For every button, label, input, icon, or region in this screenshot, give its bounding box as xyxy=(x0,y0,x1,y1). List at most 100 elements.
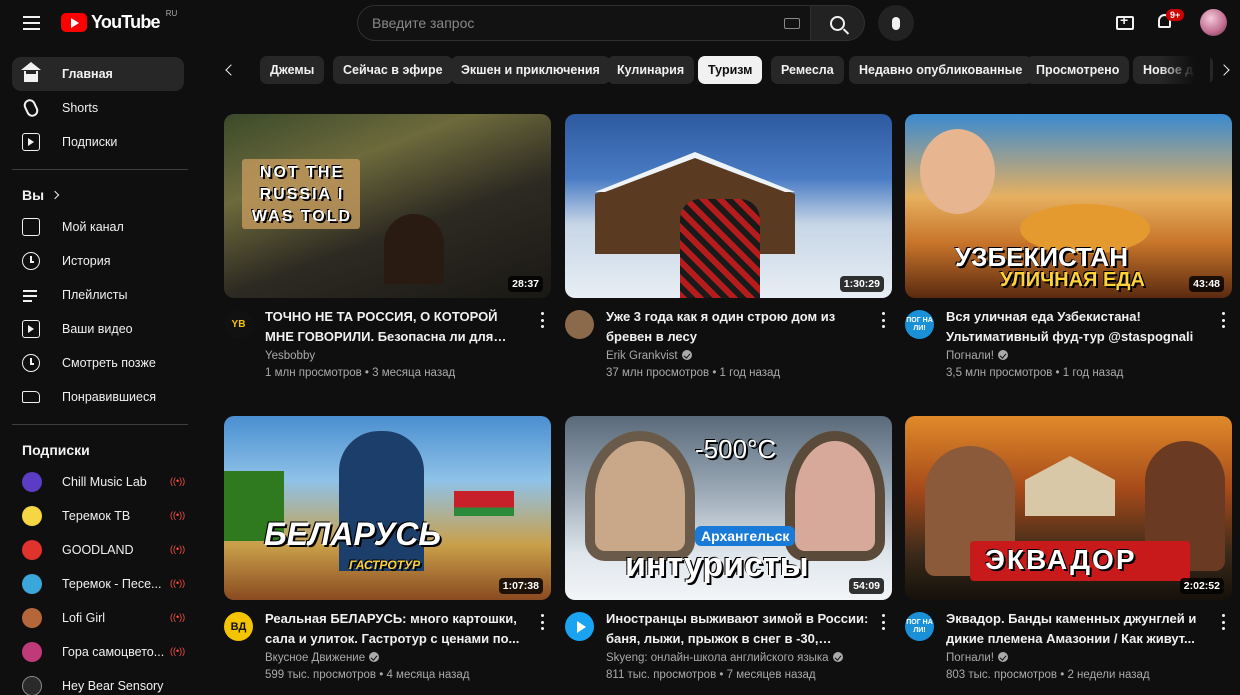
playlists-icon xyxy=(22,286,40,304)
channel-avatar xyxy=(22,608,42,628)
chips-fade xyxy=(1160,56,1210,86)
video-title[interactable]: Вся уличная еда Узбекистана! Ультимативн… xyxy=(946,307,1211,346)
chip[interactable]: Недавно опубликованные xyxy=(849,56,1033,84)
chip[interactable]: Кулинария xyxy=(607,56,695,84)
chip[interactable]: Джемы xyxy=(260,56,325,84)
youtube-logo[interactable]: YouTube RU xyxy=(61,9,177,33)
thumbnail-subtext: УЛИЧНАЯ ЕДА xyxy=(1000,269,1145,291)
sidebar-item-your-videos[interactable]: Ваши видео xyxy=(12,312,184,346)
chip[interactable]: Просмотрено xyxy=(1026,56,1130,84)
sidebar-item-playlists[interactable]: Плейлисты xyxy=(12,278,184,312)
more-options-icon[interactable] xyxy=(540,312,544,328)
thumbnail-subtext: Архангельск xyxy=(695,526,796,546)
section-title: Вы xyxy=(22,187,45,203)
sidebar-item-label: Главная xyxy=(62,67,113,81)
thumbnail-person xyxy=(384,214,444,284)
video-thumbnail[interactable]: NOT THE RUSSIA I WAS TOLD 28:37 xyxy=(224,114,551,298)
top-bar: YouTube RU 9+ xyxy=(0,0,1240,46)
sidebar-item-label: Плейлисты xyxy=(62,288,128,302)
sidebar-item-liked[interactable]: Понравившиеся xyxy=(12,380,184,414)
watch-later-icon xyxy=(22,354,40,372)
video-title[interactable]: Эквадор. Банды каменных джунглей и дикие… xyxy=(946,609,1211,648)
video-thumbnail[interactable]: БЕЛАРУСЬ ГАСТРОТУР 1:07:38 xyxy=(224,416,551,600)
video-title[interactable]: ТОЧНО НЕ ТА РОССИЯ, О КОТОРОЙ МНЕ ГОВОРИ… xyxy=(265,307,530,346)
channel-avatar[interactable]: ПОГ НА ЛИ! xyxy=(905,310,934,339)
create-button[interactable] xyxy=(1113,11,1137,35)
channel-name[interactable]: Skyeng: онлайн-школа английского языка xyxy=(606,652,843,664)
account-avatar[interactable] xyxy=(1200,9,1227,36)
thumbnail-subtext: ГАСТРОТУР xyxy=(349,558,421,572)
verified-icon xyxy=(369,652,380,662)
thumbnail-face xyxy=(920,129,995,214)
logo-text: YouTube xyxy=(91,12,161,32)
video-thumbnail[interactable]: 1:30:29 xyxy=(565,114,892,298)
channel-avatar[interactable]: ПОГ НА ЛИ! xyxy=(905,612,934,641)
video-title[interactable]: Уже 3 года как я один строю дом из бреве… xyxy=(606,307,871,346)
more-options-icon[interactable] xyxy=(881,312,885,328)
chip[interactable]: Ремесла xyxy=(771,56,844,84)
channel-icon xyxy=(22,218,40,236)
channel-name[interactable]: Погнали! xyxy=(946,652,1008,664)
sidebar-item-my-channel[interactable]: Мой канал xyxy=(12,210,184,244)
video-card: -500°C Архангельск интуристы 54:09 Иност… xyxy=(565,416,892,681)
search-input[interactable] xyxy=(372,15,772,31)
chip[interactable]: Сейчас в эфире xyxy=(333,56,453,84)
channel-avatar xyxy=(22,676,42,695)
search-box xyxy=(357,5,811,41)
thumbnail-church xyxy=(1025,456,1115,516)
sidebar-subscription-item[interactable]: Гора самоцвето... ((•)) xyxy=(12,635,185,669)
video-card: УЗБЕКИСТАН УЛИЧНАЯ ЕДА 43:48 ПОГ НА ЛИ! … xyxy=(905,114,1232,379)
thumbnail-person xyxy=(680,199,760,298)
channel-avatar[interactable] xyxy=(565,612,594,641)
sidebar-subscription-item[interactable]: Hey Bear Sensory xyxy=(12,669,184,695)
search-button[interactable] xyxy=(811,5,865,41)
thumbs-up-icon xyxy=(22,391,40,403)
channel-avatar[interactable]: YB xyxy=(224,310,253,339)
sidebar-subscription-item[interactable]: Теремок - Песе... ((•)) xyxy=(12,567,186,601)
thumbnail-text: БЕЛАРУСЬ xyxy=(264,516,442,552)
sidebar-subscription-item[interactable]: Теремок ТВ ((•)) xyxy=(12,499,185,533)
more-options-icon[interactable] xyxy=(1221,614,1225,630)
channel-avatar[interactable] xyxy=(565,310,594,339)
voice-search-button[interactable] xyxy=(878,5,914,41)
channel-name[interactable]: Вкусное Движение xyxy=(265,652,380,664)
verified-icon xyxy=(832,652,843,662)
video-thumbnail[interactable]: УЗБЕКИСТАН УЛИЧНАЯ ЕДА 43:48 xyxy=(905,114,1232,298)
video-title[interactable]: Иностранцы выживают зимой в России: баня… xyxy=(606,609,871,648)
channel-name-text: Skyeng: онлайн-школа английского языка xyxy=(606,652,829,664)
menu-icon[interactable] xyxy=(20,11,44,35)
thumbnail-temperature: -500°C xyxy=(695,434,777,464)
sidebar-item-label: Lofi Girl xyxy=(62,611,106,625)
section-title: Подписки xyxy=(22,442,90,458)
sidebar-item-history[interactable]: История xyxy=(12,244,184,278)
sidebar-item-shorts[interactable]: Shorts xyxy=(12,91,184,125)
subscriptions-icon xyxy=(22,133,40,151)
channel-name[interactable]: Erik Grankvist xyxy=(606,350,692,362)
more-options-icon[interactable] xyxy=(881,614,885,630)
chip-selected[interactable]: Туризм xyxy=(698,56,763,84)
live-icon: ((•)) xyxy=(170,578,186,588)
sidebar-item-label: Теремок - Песе... xyxy=(62,577,162,591)
video-thumbnail[interactable]: -500°C Архангельск интуристы 54:09 xyxy=(565,416,892,600)
chip[interactable]: Экшен и приключения xyxy=(451,56,610,84)
thumbnail-text: NOT THE RUSSIA I WAS TOLD xyxy=(251,164,353,225)
video-title[interactable]: Реальная БЕЛАРУСЬ: много картошки, сала … xyxy=(265,609,530,648)
more-options-icon[interactable] xyxy=(540,614,544,630)
sidebar-item-label: Теремок ТВ xyxy=(62,509,131,523)
sidebar-subscription-item[interactable]: Lofi Girl ((•)) xyxy=(12,601,185,635)
video-thumbnail[interactable]: ЭКВАДОР 2:02:52 xyxy=(905,416,1232,600)
sidebar-item-home[interactable]: Главная xyxy=(12,57,184,91)
channel-name[interactable]: Yesbobby xyxy=(265,350,315,362)
channel-name[interactable]: Погнали! xyxy=(946,350,1008,362)
sidebar-item-subscriptions[interactable]: Подписки xyxy=(12,125,184,159)
channel-avatar[interactable]: ВД xyxy=(224,612,253,641)
you-section-header[interactable]: Вы xyxy=(0,180,200,210)
skyeng-logo-icon xyxy=(576,620,586,633)
more-options-icon[interactable] xyxy=(1221,312,1225,328)
channel-avatar xyxy=(22,472,42,492)
sidebar-subscription-item[interactable]: Chill Music Lab ((•)) xyxy=(12,465,185,499)
keyboard-icon[interactable] xyxy=(784,18,800,29)
sidebar-item-label: Гора самоцвето... xyxy=(62,645,165,659)
sidebar-subscription-item[interactable]: GOODLAND ((•)) xyxy=(12,533,185,567)
sidebar-item-watch-later[interactable]: Смотреть позже xyxy=(12,346,184,380)
